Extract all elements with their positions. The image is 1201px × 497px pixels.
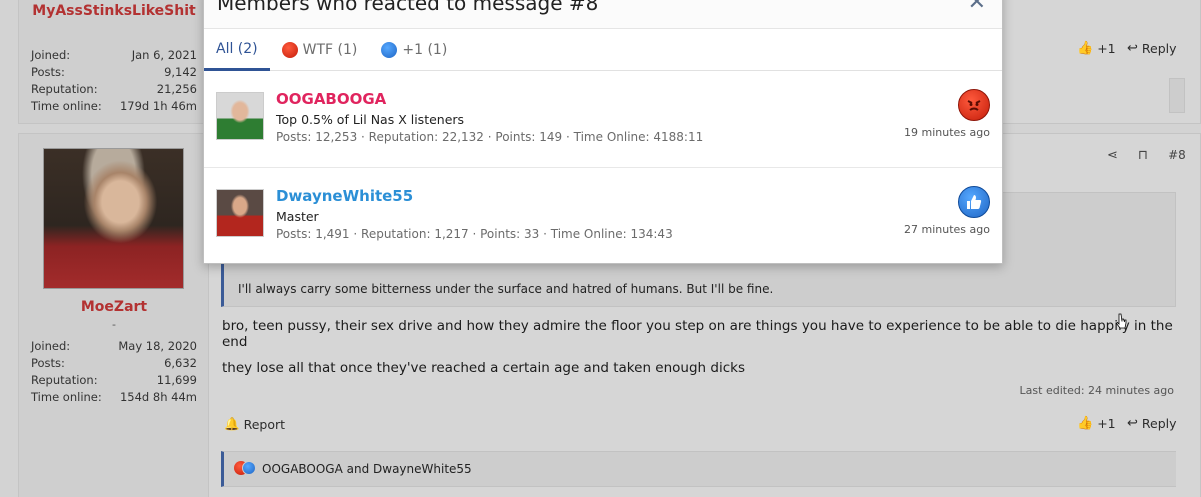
modal-header: Members who reacted to message #8 ✕: [204, 0, 1002, 29]
post-1-reply-button[interactable]: ↩ Reply: [1127, 41, 1177, 56]
like-count: +1: [1097, 416, 1116, 431]
stat-label: Reputation:: [31, 373, 98, 387]
reaction-time: 19 minutes ago: [904, 126, 990, 139]
stat-value: 6,632: [164, 356, 197, 370]
avatar[interactable]: [216, 92, 264, 140]
member-name[interactable]: OOGABOOGA: [276, 90, 386, 108]
stat-value: 9,142: [164, 65, 197, 79]
last-edited: Last edited: 24 minutes ago: [1019, 384, 1174, 397]
stat-value: May 18, 2020: [118, 339, 197, 353]
thumbs-up-icon: [381, 42, 398, 58]
tab-wtf[interactable]: WTF (1): [270, 29, 370, 71]
close-icon[interactable]: ✕: [968, 0, 986, 15]
list-item: DwayneWhite55 Master Posts: 1,491 · Repu…: [204, 169, 1002, 265]
reaction-icons: [234, 460, 256, 478]
post-body-line-1: bro, teen pussy, their sex drive and how…: [222, 318, 1173, 350]
report-button[interactable]: 🔔 Report: [224, 416, 285, 432]
stat-value: 21,256: [156, 82, 197, 96]
stat-row: Posts: 6,632: [31, 355, 197, 372]
share-icon[interactable]: ⋖: [1107, 148, 1118, 163]
post-8-reply-button[interactable]: ↩ Reply: [1127, 416, 1177, 431]
modal-title: Members who reacted to message #8: [217, 0, 599, 15]
post-8-user-stats: Joined: May 18, 2020 Posts: 6,632 Reputati…: [31, 338, 197, 406]
post-1-user-panel: MyAssStinksLikeShit Joined: Jan 6, 2021 P…: [19, 0, 209, 123]
reply-label: Reply: [1141, 416, 1177, 431]
stat-label: Posts:: [31, 65, 65, 79]
post-1-reactions-bar: [1169, 78, 1185, 113]
bookmark-icon[interactable]: ⊓: [1138, 148, 1148, 163]
tab-label: All (2): [216, 40, 258, 57]
stat-label: Joined:: [31, 339, 71, 353]
stat-value: 154d 8h 44m: [119, 390, 197, 404]
thumbs-up-icon: [242, 460, 256, 475]
member-title: Master: [276, 209, 319, 224]
tab-label: WTF (1): [302, 42, 358, 58]
tab-label: +1 (1): [402, 42, 448, 58]
stat-label: Joined:: [31, 48, 71, 62]
reply-arrow-icon: ↩: [1127, 41, 1138, 56]
member-stats: Posts: 1,491 · Reputation: 1,217 · Point…: [276, 227, 673, 241]
member-name[interactable]: DwayneWhite55: [276, 187, 413, 205]
member-title: Top 0.5% of Lil Nas X listeners: [276, 112, 465, 127]
stat-row: Reputation: 21,256: [31, 81, 197, 98]
post-body-line-2: they lose all that once they've reached …: [222, 360, 745, 376]
stat-row: Time online: 154d 8h 44m: [31, 389, 197, 406]
post-1-username[interactable]: MyAssStinksLikeShit: [19, 3, 209, 19]
reaction-time: 27 minutes ago: [904, 223, 990, 236]
reply-arrow-icon: ↩: [1127, 416, 1138, 431]
tab-all[interactable]: All (2): [204, 29, 270, 71]
post-8-like-button[interactable]: 👍 +1: [1077, 416, 1116, 431]
angry-face-icon: [281, 42, 298, 58]
avatar[interactable]: [43, 148, 184, 289]
thumbs-up-icon: 👍: [1077, 41, 1094, 56]
reaction-tabs: All (2) WTF (1) +1 (1): [204, 29, 1002, 71]
stat-label: Posts:: [31, 356, 65, 370]
tab-plus-one[interactable]: +1 (1): [369, 29, 459, 71]
post-tools: ⋖ ⊓ #8: [1107, 148, 1186, 163]
angry-face-icon: [958, 89, 990, 121]
stat-label: Time online:: [31, 99, 102, 113]
stat-row: Time online: 179d 1h 46m: [31, 98, 197, 115]
avatar[interactable]: [216, 189, 264, 237]
post-1-user-stats: Joined: Jan 6, 2021 Posts: 9,142 Reputatio…: [31, 47, 197, 115]
post-8-user-title: -: [112, 318, 116, 331]
list-item: OOGABOOGA Top 0.5% of Lil Nas X listener…: [204, 72, 1002, 168]
reactions-modal: Members who reacted to message #8 ✕ All …: [203, 0, 1003, 264]
post-8-user-panel: MoeZart - Joined: May 18, 2020 Posts: 6,63…: [19, 134, 209, 497]
post-8-username[interactable]: MoeZart: [19, 299, 209, 315]
mouse-cursor-icon: [1116, 313, 1127, 329]
reactions-summary-text[interactable]: OOGABOOGA and DwayneWhite55: [262, 462, 472, 476]
like-count: +1: [1097, 41, 1116, 56]
member-stats: Posts: 12,253 · Reputation: 22,132 · Poi…: [276, 130, 704, 144]
stat-label: Reputation:: [31, 82, 98, 96]
stat-row: Joined: Jan 6, 2021: [31, 47, 197, 64]
bell-icon: 🔔: [224, 416, 240, 431]
reply-label: Reply: [1141, 41, 1177, 56]
stat-row: Reputation: 11,699: [31, 372, 197, 389]
thumbs-up-icon: [958, 186, 990, 218]
post-1-like-button[interactable]: 👍 +1: [1077, 41, 1116, 56]
stat-row: Joined: May 18, 2020: [31, 338, 197, 355]
quote-text: I'll always carry some bitterness under …: [238, 282, 774, 296]
stat-row: Posts: 9,142: [31, 64, 197, 81]
post-number-link[interactable]: #8: [1168, 148, 1186, 163]
reactions-summary-bar[interactable]: OOGABOOGA and DwayneWhite55: [221, 451, 1176, 487]
stat-value: Jan 6, 2021: [131, 48, 197, 62]
report-label: Report: [243, 416, 286, 432]
stat-value: 11,699: [156, 373, 197, 387]
stat-label: Time online:: [31, 390, 102, 404]
thumbs-up-icon: 👍: [1077, 416, 1094, 431]
stat-value: 179d 1h 46m: [119, 99, 197, 113]
